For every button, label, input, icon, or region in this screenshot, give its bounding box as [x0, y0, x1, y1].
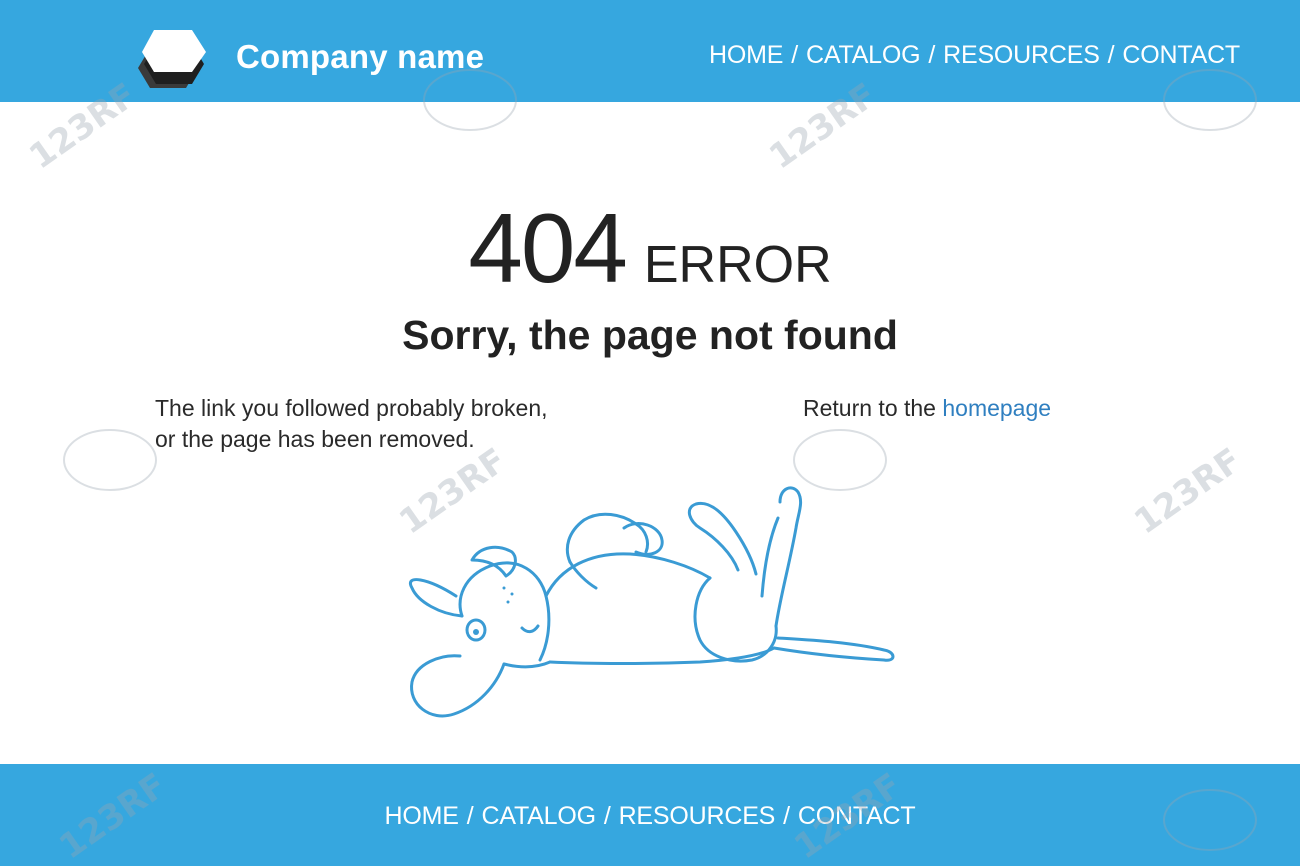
return-prefix: Return to the: [803, 395, 936, 421]
footer-link-contact[interactable]: CONTACT: [798, 802, 916, 831]
error-message: The link you followed probably broken, o…: [155, 393, 675, 455]
footer-navigation: HOME / CATALOG / RESOURCES / CONTACT: [0, 802, 1300, 831]
footer-link-resources[interactable]: RESOURCES: [619, 802, 776, 831]
hexagon-logo-icon[interactable]: [128, 26, 212, 88]
homepage-link[interactable]: homepage: [942, 395, 1051, 421]
nav-separator: /: [791, 41, 798, 69]
watermark-text: 123RF: [1127, 441, 1249, 543]
nav-separator: /: [466, 802, 474, 830]
error-message-line: The link you followed probably broken,: [155, 395, 548, 421]
nav-link-home[interactable]: HOME: [709, 41, 783, 70]
return-text: Return to the homepage: [803, 395, 1051, 422]
error-word: ERROR: [643, 236, 832, 294]
footer-link-catalog[interactable]: CATALOG: [481, 802, 596, 831]
nav-separator: /: [928, 41, 936, 69]
error-message-line: or the page has been removed.: [155, 426, 475, 452]
footer-bar: HOME / CATALOG / RESOURCES / CONTACT: [0, 764, 1300, 866]
nav-separator: /: [603, 802, 611, 830]
nav-link-resources[interactable]: RESOURCES: [943, 41, 1100, 70]
nav-link-contact[interactable]: CONTACT: [1122, 41, 1240, 70]
page-title: Sorry, the page not found: [402, 312, 898, 358]
header-bar: Company name HOME / CATALOG / RESOURCES / CONT…: [0, 0, 1300, 102]
error-code: 404: [468, 193, 628, 303]
nav-link-catalog[interactable]: CATALOG: [806, 41, 921, 70]
company-name[interactable]: Company name: [236, 38, 484, 76]
top-navigation: HOME / CATALOG / RESOURCES / CONTACT: [709, 41, 1240, 70]
error-heading: 404 ERROR: [0, 192, 1300, 305]
dog-lying-on-back-illustration: [409, 486, 895, 718]
footer-link-home[interactable]: HOME: [385, 802, 459, 831]
nav-separator: /: [783, 802, 790, 830]
nav-separator: /: [1107, 41, 1115, 69]
